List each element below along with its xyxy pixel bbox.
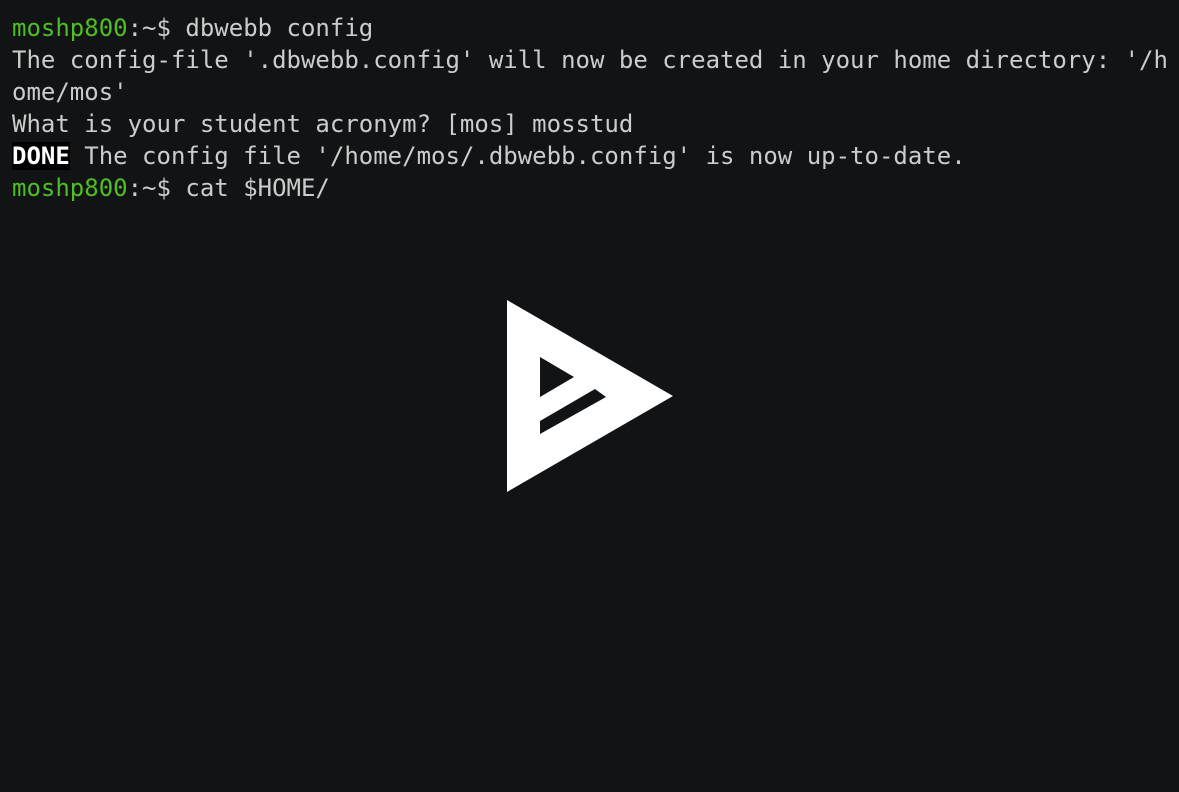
done-badge: DONE — [12, 142, 70, 170]
prompt-command: dbwebb config — [185, 14, 374, 42]
done-message: The config file '/home/mos/.dbwebb.confi… — [69, 142, 966, 170]
terminal-line-prompt: moshp800:~$ dbwebb config — [12, 12, 1167, 44]
play-button[interactable] — [507, 300, 673, 492]
terminal-line-prompt: moshp800:~$ cat $HOME/ — [12, 172, 1167, 204]
terminal-line-output: DONE The config file '/home/mos/.dbwebb.… — [12, 140, 1167, 172]
prompt-host: moshp800 — [12, 174, 128, 202]
prompt-suffix: :~$ — [127, 14, 186, 42]
asciinema-play-icon — [507, 300, 673, 492]
terminal-line-output: What is your student acronym? [mos] moss… — [12, 110, 634, 138]
prompt-suffix: :~$ — [127, 174, 186, 202]
terminal-line-output: The config-file '.dbwebb.config' will no… — [12, 46, 1167, 74]
terminal-line-output: ome/mos' — [12, 78, 128, 106]
prompt-host: moshp800 — [12, 14, 128, 42]
prompt-command: cat $HOME/ — [185, 174, 330, 202]
